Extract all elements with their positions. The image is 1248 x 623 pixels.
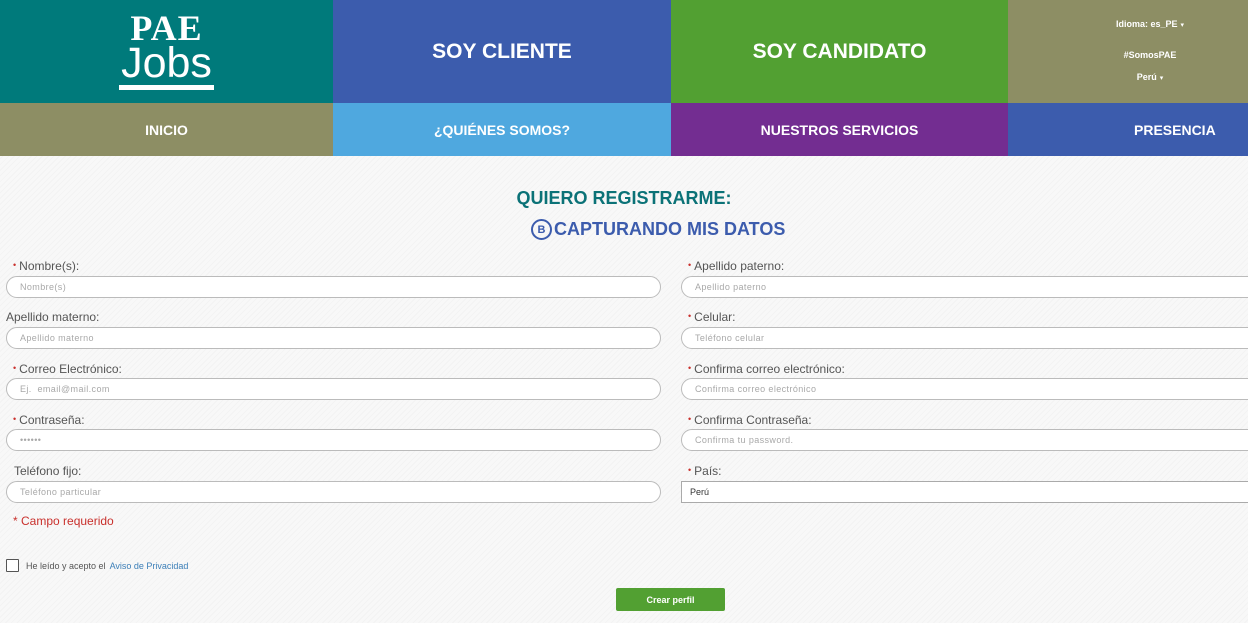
confirma-correo-input[interactable] [681,378,1248,400]
country-selector[interactable]: Perú ▾ [1137,71,1164,85]
header-top: PAE Jobs SOY CLIENTE SOY CANDIDATO Idiom… [0,0,1248,103]
confirma-contrasena-label: • Confirma Contraseña: [688,413,812,427]
required-marker: • [13,363,17,373]
crear-perfil-button[interactable]: Crear perfil [616,588,725,611]
privacy-checkbox[interactable] [6,559,19,572]
confirma-correo-label-text: Confirma correo electrónico: [694,362,845,376]
country-label: Perú [1136,72,1157,82]
contrasena-label: • Contraseña: [13,413,85,427]
nav-nuestros-servicios[interactable]: NUESTROS SERVICIOS [671,103,1008,156]
apellido-paterno-label: • Apellido paterno: [688,259,784,273]
chevron-down-icon: ▾ [1159,75,1164,82]
accept-text: He leído y acepto el [26,561,106,571]
nav-quienes-somos[interactable]: ¿QUIÉNES SOMOS? [333,103,671,156]
apellido-materno-input[interactable] [6,327,661,349]
required-marker: • [688,465,692,475]
correo-input[interactable] [6,378,661,400]
pais-label: • País: [688,464,722,478]
nav-inicio[interactable]: INICIO [0,103,333,156]
required-marker: • [688,414,692,424]
chevron-down-icon: ▾ [1180,22,1185,29]
form-subtitle: B CAPTURANDO MIS DATOS [531,219,785,240]
soy-cliente-link[interactable]: SOY CLIENTE [333,0,671,103]
apellido-paterno-input[interactable] [681,276,1248,298]
correo-label: • Correo Electrónico: [13,362,122,376]
telefono-fijo-input[interactable] [6,481,661,503]
soy-candidato-link[interactable]: SOY CANDIDATO [671,0,1008,103]
hashtag-link[interactable]: #SomosPAE [1124,49,1177,61]
pais-select[interactable]: Perú [681,481,1248,503]
language-selector[interactable]: Idioma: es_PE ▾ [1116,18,1184,32]
pae-jobs-logo[interactable]: PAE Jobs [0,0,333,103]
pais-label-text: País: [694,464,722,478]
apellido-paterno-label-text: Apellido paterno: [694,259,785,273]
logo-jobs-text: Jobs [119,41,214,90]
correo-label-text: Correo Electrónico: [19,362,122,376]
language-label: Idioma: es_PE [1115,19,1178,29]
required-note: * Campo requerido [13,514,114,528]
step-b-icon: B [531,219,552,240]
utility-menu: Idioma: es_PE ▾ #SomosPAE Perú ▾ [1008,0,1248,103]
apellido-materno-label: Apellido materno: [6,310,100,324]
celular-input[interactable] [681,327,1248,349]
required-marker: • [688,363,692,373]
telefono-fijo-label: Teléfono fijo: [14,464,82,478]
required-marker: • [13,260,17,270]
confirma-contrasena-input[interactable] [681,429,1248,451]
celular-label-text: Celular: [694,310,736,324]
contrasena-label-text: Contraseña: [19,413,85,427]
privacy-link[interactable]: Aviso de Privacidad [110,561,189,571]
main-nav: INICIO ¿QUIÉNES SOMOS? NUESTROS SERVICIO… [0,103,1248,156]
celular-label: • Celular: [688,310,736,324]
privacy-accept-text: He leído y acepto el Aviso de Privacidad [26,561,188,571]
form-title: QUIERO REGISTRARME: [516,188,732,208]
nombre-label: • Nombre(s): [13,259,79,273]
confirma-contrasena-label-text: Confirma Contraseña: [694,413,812,427]
confirma-correo-label: • Confirma correo electrónico: [688,362,845,376]
required-marker: • [688,311,692,321]
required-marker: • [13,414,17,424]
subtitle-text: CAPTURANDO MIS DATOS [554,219,786,239]
nombre-label-text: Nombre(s): [19,259,80,273]
nombre-input[interactable] [6,276,661,298]
contrasena-input[interactable] [6,429,661,451]
nav-presencia[interactable]: PRESENCIA [1008,103,1248,156]
required-marker: • [688,260,692,270]
